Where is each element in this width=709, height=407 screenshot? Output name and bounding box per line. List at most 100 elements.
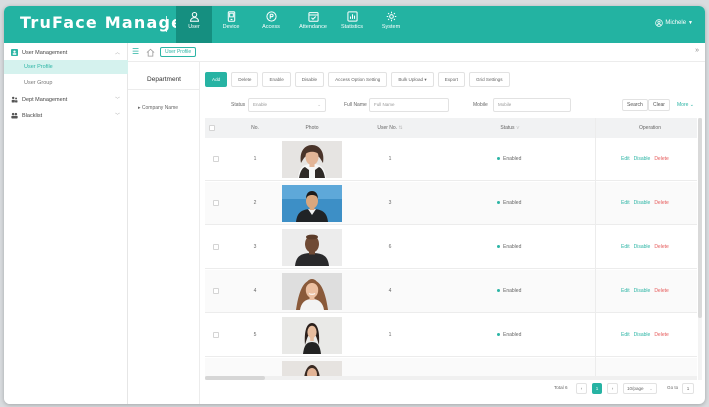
delete-link[interactable]: Delete (654, 332, 668, 338)
row-status-label: Enabled (503, 200, 522, 206)
row-checkbox[interactable] (213, 156, 219, 162)
nav-statistics-label: Statistics (340, 24, 363, 30)
scrollbar-thumb[interactable] (698, 118, 702, 318)
user-icon (189, 11, 199, 22)
nav-statistics[interactable]: Statistics (334, 6, 370, 43)
sidebar-item-dept-management[interactable]: Dept Management ﹀ (4, 93, 128, 106)
nav-access[interactable]: Access (253, 6, 289, 43)
edit-link[interactable]: Edit (621, 332, 630, 338)
next-page-button[interactable]: › (607, 383, 618, 394)
page-button-current[interactable]: 1 (592, 383, 602, 394)
row-checkbox[interactable] (213, 200, 219, 206)
more-filters-toggle[interactable]: More ⌄ (677, 102, 694, 108)
column-header-status[interactable]: Status ⋎ (475, 118, 545, 138)
disable-link[interactable]: Disable (634, 288, 651, 294)
column-header-no: No. (251, 125, 259, 131)
export-button[interactable]: Export (437, 72, 465, 87)
table-row[interactable]: 3 6 Enabled Edit Disable Delete (205, 226, 697, 269)
column-header-user-no[interactable]: User No. ⇅ (355, 118, 425, 138)
mobile-input[interactable]: Mobile (493, 98, 571, 112)
goto-page-input[interactable]: 1 (682, 383, 694, 394)
delete-link[interactable]: Delete (654, 200, 668, 206)
row-status: Enabled (497, 270, 521, 313)
access-icon (265, 11, 277, 22)
delete-link[interactable]: Delete (654, 244, 668, 250)
page-size-value: 10/page (627, 386, 644, 391)
expand-icon[interactable]: » (695, 47, 699, 54)
full-name-input[interactable]: Full Name (369, 98, 449, 112)
delete-button[interactable]: Delete (231, 72, 259, 87)
disable-link[interactable]: Disable (634, 244, 651, 250)
user-photo (282, 273, 342, 310)
sidebar-group-user-management[interactable]: User Management ︿ (4, 46, 128, 59)
chevron-left-icon: ‹ (580, 386, 583, 391)
nav-attendance-label: Attendance (299, 24, 327, 30)
row-no: 4 (253, 288, 257, 294)
caret-down-icon: ▾ (424, 77, 427, 82)
row-status: Enabled (497, 314, 521, 357)
delete-link[interactable]: Delete (654, 288, 668, 294)
edit-link[interactable]: Edit (621, 156, 630, 162)
nav-device[interactable]: Device (213, 6, 249, 43)
page-size-select[interactable]: 10/page ⌄ (623, 383, 657, 394)
edit-link[interactable]: Edit (621, 200, 630, 206)
select-all-checkbox[interactable] (209, 125, 215, 131)
row-checkbox[interactable] (213, 244, 219, 250)
status-select[interactable]: Enable ⌄ (248, 98, 326, 112)
row-operations: Edit Disable Delete (621, 314, 669, 357)
home-icon[interactable] (146, 48, 155, 57)
disable-link[interactable]: Disable (634, 156, 651, 162)
scrollbar-thumb[interactable] (205, 376, 265, 380)
department-root-label: Company Name (141, 105, 179, 111)
delete-link[interactable]: Delete (654, 156, 668, 162)
clear-button[interactable]: Clear (648, 99, 670, 111)
vertical-scrollbar[interactable] (698, 118, 702, 380)
row-status: Enabled (497, 182, 521, 225)
row-checkbox[interactable] (213, 288, 219, 294)
table-row[interactable] (205, 358, 697, 376)
column-header-photo: Photo (305, 125, 319, 131)
access-option-setting-button[interactable]: Access Option Setting (328, 72, 388, 87)
department-panel: Department ▸ Company Name (128, 62, 200, 404)
disable-link[interactable]: Disable (634, 332, 651, 338)
sidebar-item-blacklist[interactable]: Blacklist ﹀ (4, 109, 128, 122)
enable-button[interactable]: Enable (262, 72, 291, 87)
search-button[interactable]: Search (622, 99, 648, 111)
user-photo (282, 185, 342, 222)
user-menu[interactable]: Michele ▼ (655, 19, 693, 27)
tab-user-profile[interactable]: User Profile (160, 47, 197, 57)
user-no-header-label: User No. (377, 125, 398, 131)
table-row[interactable]: 4 4 Enabled Edit Disable Delete (205, 270, 697, 313)
system-icon (386, 11, 396, 22)
nav-user[interactable]: User (176, 6, 212, 43)
sidebar-item-user-group[interactable]: User Group (4, 76, 128, 90)
disable-button[interactable]: Disable (294, 72, 325, 87)
disable-link[interactable]: Disable (634, 200, 651, 206)
grid-settings-button[interactable]: Grid Settings (468, 72, 510, 87)
prev-page-button[interactable]: ‹ (576, 383, 587, 394)
full-name-label: Full Name (344, 102, 367, 108)
department-icon (11, 96, 18, 103)
sidebar-item-user-profile[interactable]: User Profile (4, 60, 128, 74)
row-no: 5 (253, 332, 257, 338)
bulk-upload-button[interactable]: Bulk Upload ▾ (391, 72, 434, 87)
table-row[interactable]: 5 1 Enabled Edit Disable Delete (205, 314, 697, 357)
sidebar: User Management ︿ User Profile User Grou… (4, 43, 128, 404)
menu-toggle-icon[interactable]: ☰ (132, 48, 139, 56)
row-status-label: Enabled (503, 156, 522, 162)
row-user-no: 4 (388, 288, 392, 294)
nav-attendance[interactable]: Attendance (295, 6, 331, 43)
row-checkbox[interactable] (213, 332, 219, 338)
edit-link[interactable]: Edit (621, 288, 630, 294)
table-row[interactable]: 2 3 Enabled Edit Disable Delete (205, 182, 697, 225)
user-management-icon (11, 49, 18, 56)
status-dot (497, 245, 500, 249)
nav-system[interactable]: System (373, 6, 409, 43)
statistics-icon (346, 11, 358, 22)
horizontal-scrollbar[interactable] (205, 376, 697, 380)
table-row[interactable]: 1 1 Enabled Edit Disable Delete (205, 138, 697, 181)
app-window: TruFace Manager User Device Access Atten… (4, 6, 705, 404)
edit-link[interactable]: Edit (621, 244, 630, 250)
add-button[interactable]: Add (205, 72, 228, 87)
department-tree-root[interactable]: ▸ Company Name (138, 105, 178, 111)
